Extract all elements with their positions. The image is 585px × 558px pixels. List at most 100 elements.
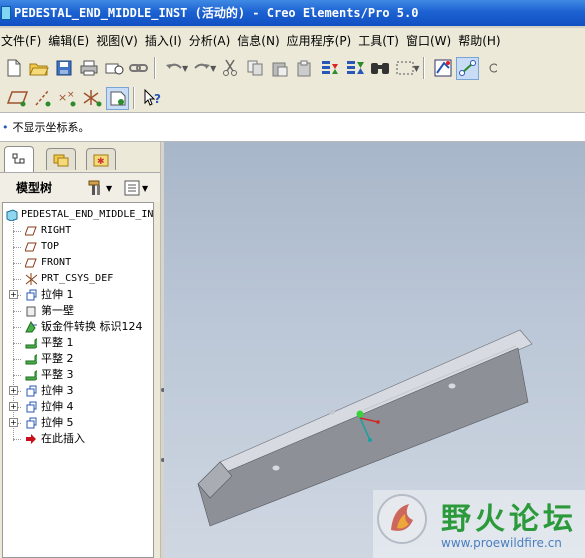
tree-connector [13,279,21,280]
datum-toolbar: × × ? [0,84,585,112]
triad-end [376,420,380,424]
new-file-icon[interactable] [2,57,25,80]
part-hole [272,465,280,471]
graphics-viewport[interactable]: 野火论坛 www.proewildfire.cn [164,142,585,558]
message-bullet-icon: • [2,121,9,134]
tree-connector [13,231,21,232]
insert-here-arrow-icon [25,433,37,445]
tree-connector [13,343,21,344]
tree-item-label: 平整 3 [41,368,74,381]
tree-connector [13,263,21,264]
menu-analysis[interactable]: 分析(A) [189,32,238,49]
tree-item-label: 拉伸 3 [41,384,74,397]
copy-icon[interactable] [243,57,266,80]
tree-item-label: RIGHT [41,225,72,236]
tree-item-label: 拉伸 4 [41,400,74,413]
tree-connector [13,439,21,440]
extrude-icon [25,289,37,301]
message-text: 不显示坐标系。 [12,121,90,134]
title-bar: PEDESTAL_END_MIDDLE_INST (活动的) - Creo El… [0,0,585,26]
tree-root-label: PEDESTAL_END_MIDDLE_IN [21,209,154,220]
menu-help[interactable]: 帮助(H) [458,32,507,49]
svg-text:?: ? [154,92,161,106]
regenerate-icon[interactable] [318,57,341,80]
datum-axis-toggle-icon[interactable] [31,87,54,110]
sketch-toggle-icon[interactable] [456,56,480,80]
app-icon [1,6,11,20]
tree-connector [13,327,21,328]
toolbar-separator [133,87,135,109]
save-icon[interactable] [52,57,75,80]
tree-settings-button[interactable]: ▼ [86,179,112,197]
expand-toggle-icon[interactable]: + [9,418,18,427]
tree-settings-dropdown-icon: ▼ [106,183,113,193]
forum-watermark: 野火论坛 www.proewildfire.cn [373,490,585,558]
open-folder-icon[interactable] [27,57,50,80]
menu-info[interactable]: 信息(N) [237,32,286,49]
navigator-tabs: ✱ [0,146,164,172]
menu-file[interactable]: 文件(F) [0,32,48,49]
context-help-icon[interactable]: ? [141,87,164,110]
menu-applications[interactable]: 应用程序(P) [287,32,359,49]
tree-item-label: 拉伸 5 [41,416,74,429]
tree-item-label: PRT_CSYS_DEF [41,273,114,284]
coordinate-system-icon [25,273,37,285]
menu-insert[interactable]: 插入(I) [145,32,189,49]
triad-end [368,438,372,442]
extrude-icon [25,417,37,429]
tree-item-label: FRONT [41,257,72,268]
forum-logo-icon [377,494,427,544]
part-icon [6,209,18,221]
flat-wall-icon [25,353,37,365]
toolbar-separator [423,57,426,79]
tree-item-label: 钣金件转换 标识124 [41,320,143,333]
watermark-url: www.proewildfire.cn [441,536,562,550]
expand-toggle-icon[interactable]: + [9,290,18,299]
datum-point-toggle-icon[interactable]: × × [56,87,79,110]
datum-plane-icon [25,225,37,237]
regenerate-manager-icon[interactable] [343,57,366,80]
link-icon[interactable] [127,57,150,80]
flat-pattern-icon[interactable] [431,57,454,80]
menu-tools[interactable]: 工具(T) [358,32,406,49]
tree-connector [13,311,21,312]
menu-view[interactable]: 视图(V) [96,32,145,49]
spin-center-icon [356,410,364,418]
tree-show-button[interactable]: ▼ [124,179,148,197]
flat-wall-icon [25,337,37,349]
print-icon[interactable] [77,57,100,80]
cut-icon[interactable] [218,57,241,80]
extrude-icon [25,401,37,413]
datum-plane-icon [25,241,37,253]
overflow-icon[interactable] [481,57,504,80]
tree-item-label: 拉伸 1 [41,288,74,301]
tab-favorites[interactable]: ✱ [86,148,116,170]
redo-dropdown-icon[interactable]: ▼ [210,64,216,73]
tab-folder-browser[interactable] [46,148,76,170]
svg-text:✱: ✱ [97,157,105,167]
select-dropdown-icon[interactable]: ▼ [413,64,419,73]
expand-toggle-icon[interactable]: + [9,386,18,395]
tree-item-label: 平整 1 [41,336,74,349]
datum-plane-toggle-icon[interactable] [6,87,29,110]
toolbar-separator [154,57,156,79]
menu-edit[interactable]: 编辑(E) [48,32,96,49]
tree-item-label: TOP [41,241,60,252]
paste-icon[interactable] [268,57,291,80]
tree-item-label: 在此插入 [41,432,85,445]
model-tree-title: 模型树 [16,181,53,195]
send-mail-icon[interactable] [102,57,125,80]
menu-window[interactable]: 窗口(W) [406,32,458,49]
part-hole [329,409,335,415]
sheetmetal-conversion-icon [25,321,37,333]
spin-center-icon[interactable] [106,86,129,110]
undo-dropdown-icon[interactable]: ▼ [182,64,188,73]
find-icon[interactable] [368,57,391,80]
paste-special-icon[interactable] [293,57,316,80]
csys-toggle-icon[interactable] [81,87,104,110]
tab-model-tree[interactable] [4,146,34,172]
svg-text:×: × [67,90,75,100]
extrude-icon [25,385,37,397]
expand-toggle-icon[interactable]: + [9,402,18,411]
tree-connector [13,359,21,360]
